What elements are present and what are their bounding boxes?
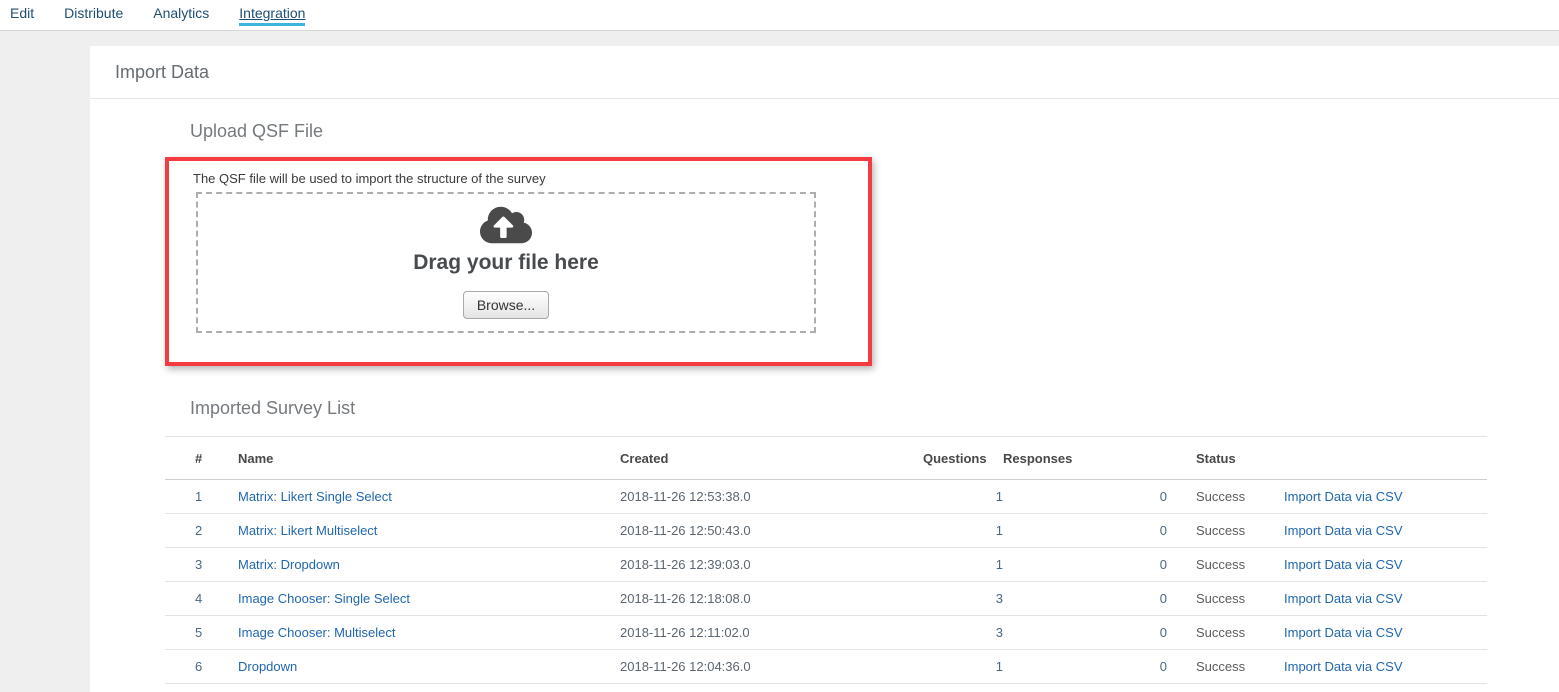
import-csv-link[interactable]: Import Data via CSV (1284, 523, 1403, 538)
column-header-questions: Questions (923, 437, 1003, 480)
import-csv-link[interactable]: Import Data via CSV (1284, 591, 1403, 606)
nav-tabs: Edit Distribute Analytics Integration (0, 0, 1559, 30)
qsf-description: The QSF file will be used to import the … (193, 171, 546, 186)
row-index: 1 (165, 480, 238, 514)
import-csv-link[interactable]: Import Data via CSV (1284, 489, 1403, 504)
row-status: Success (1167, 514, 1284, 548)
row-questions: 1 (923, 650, 1003, 684)
survey-name-link[interactable]: Matrix: Likert Multiselect (238, 523, 377, 538)
page-title: Import Data (90, 46, 1559, 99)
survey-name-link[interactable]: Matrix: Likert Single Select (238, 489, 392, 504)
row-created: 2018-11-26 12:04:36.0 (620, 650, 923, 684)
row-status: Success (1167, 480, 1284, 514)
row-index: 3 (165, 548, 238, 582)
column-header-index: # (165, 437, 238, 480)
table-row: 1 Matrix: Likert Single Select 2018-11-2… (165, 480, 1487, 514)
table-header-row: # Name Created Questions Responses Statu… (165, 437, 1487, 480)
top-navbar: Edit Distribute Analytics Integration (0, 0, 1559, 31)
nav-tab-distribute[interactable]: Distribute (64, 0, 123, 22)
row-questions: 3 (923, 616, 1003, 650)
row-responses: 0 (1003, 480, 1167, 514)
table-row: 2 Matrix: Likert Multiselect 2018-11-26 … (165, 514, 1487, 548)
main-panel: Import Data Upload QSF File The QSF file… (90, 46, 1559, 692)
column-header-responses: Responses (1003, 437, 1167, 480)
table-row: 6 Dropdown 2018-11-26 12:04:36.0 1 0 Suc… (165, 650, 1487, 684)
row-questions: 3 (923, 582, 1003, 616)
row-questions: 1 (923, 548, 1003, 582)
row-created: 2018-11-26 12:50:43.0 (620, 514, 923, 548)
row-status: Success (1167, 650, 1284, 684)
row-created: 2018-11-26 12:53:38.0 (620, 480, 923, 514)
row-responses: 0 (1003, 514, 1167, 548)
upload-section-heading: Upload QSF File (190, 121, 323, 142)
row-questions: 1 (923, 480, 1003, 514)
row-questions: 1 (923, 514, 1003, 548)
row-created: 2018-11-26 12:11:02.0 (620, 616, 923, 650)
row-responses: 0 (1003, 650, 1167, 684)
row-responses: 0 (1003, 582, 1167, 616)
row-status: Success (1167, 582, 1284, 616)
row-index: 6 (165, 650, 238, 684)
imported-survey-table: # Name Created Questions Responses Statu… (165, 436, 1487, 684)
red-annotation-box: The QSF file will be used to import the … (165, 157, 872, 366)
row-index: 2 (165, 514, 238, 548)
row-index: 5 (165, 616, 238, 650)
row-responses: 0 (1003, 616, 1167, 650)
column-header-status: Status (1167, 437, 1284, 480)
row-responses: 0 (1003, 548, 1167, 582)
row-status: Success (1167, 616, 1284, 650)
import-csv-link[interactable]: Import Data via CSV (1284, 625, 1403, 640)
import-csv-link[interactable]: Import Data via CSV (1284, 659, 1403, 674)
row-status: Success (1167, 548, 1284, 582)
nav-tab-edit[interactable]: Edit (10, 0, 34, 22)
table-row: 5 Image Chooser: Multiselect 2018-11-26 … (165, 616, 1487, 650)
file-dropzone[interactable]: Drag your file here Browse... (196, 192, 816, 333)
survey-name-link[interactable]: Dropdown (238, 659, 297, 674)
browse-button[interactable]: Browse... (463, 291, 549, 319)
column-header-name: Name (238, 437, 620, 480)
survey-name-link[interactable]: Matrix: Dropdown (238, 557, 340, 572)
row-created: 2018-11-26 12:39:03.0 (620, 548, 923, 582)
nav-tab-analytics[interactable]: Analytics (153, 0, 209, 22)
cloud-upload-icon (480, 204, 532, 246)
table-row: 3 Matrix: Dropdown 2018-11-26 12:39:03.0… (165, 548, 1487, 582)
survey-name-link[interactable]: Image Chooser: Single Select (238, 591, 410, 606)
column-header-action (1284, 437, 1487, 480)
table-row: 4 Image Chooser: Single Select 2018-11-2… (165, 582, 1487, 616)
dropzone-label: Drag your file here (413, 251, 599, 275)
column-header-created: Created (620, 437, 923, 480)
import-csv-link[interactable]: Import Data via CSV (1284, 557, 1403, 572)
nav-tab-integration[interactable]: Integration (239, 0, 305, 26)
survey-name-link[interactable]: Image Chooser: Multiselect (238, 625, 396, 640)
row-created: 2018-11-26 12:18:08.0 (620, 582, 923, 616)
row-index: 4 (165, 582, 238, 616)
survey-list-heading: Imported Survey List (190, 398, 355, 419)
